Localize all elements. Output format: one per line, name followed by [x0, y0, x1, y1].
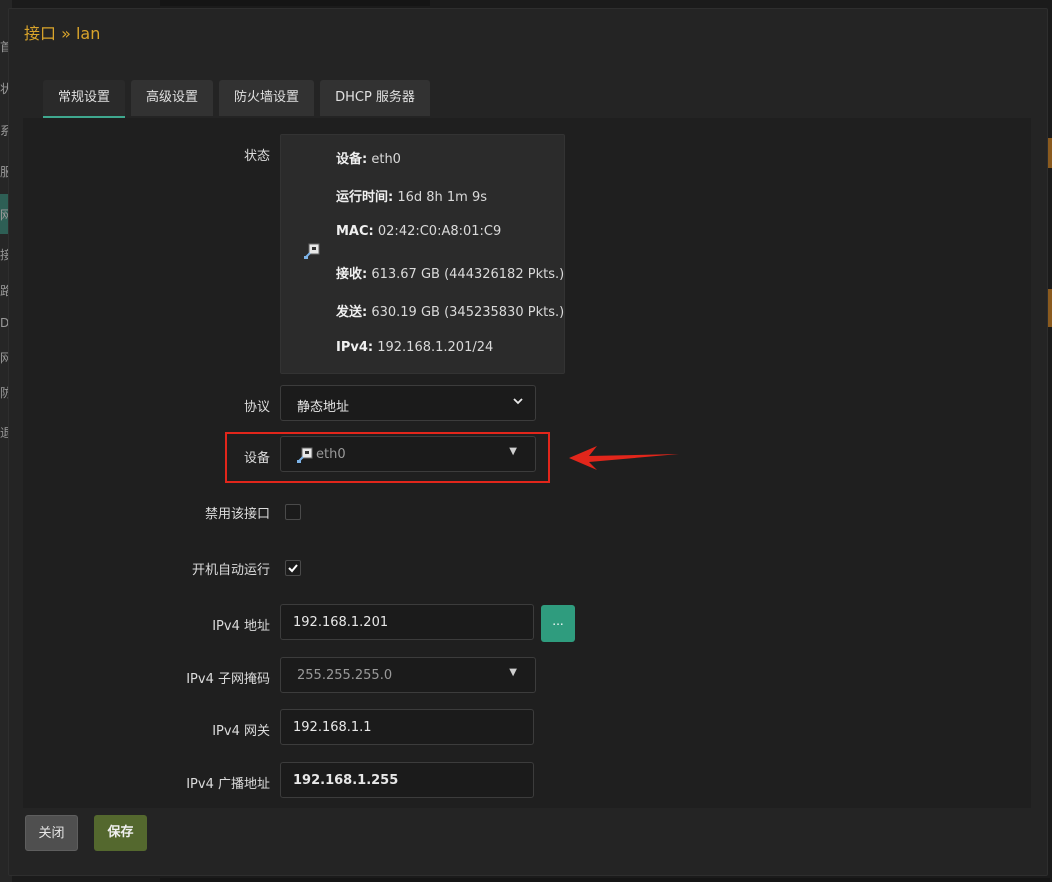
status-device: 设备: eth0: [336, 148, 401, 167]
status-device-key: 设备:: [336, 152, 368, 167]
ipv4-address-label: IPv4 地址: [212, 619, 270, 634]
checkmark-icon: [288, 564, 298, 573]
status-uptime-value: 16d 8h 1m 9s: [397, 190, 488, 205]
save-button[interactable]: 保存: [94, 815, 147, 851]
background-header-strip: [160, 0, 430, 6]
status-rx-key: 接收:: [336, 267, 368, 282]
protocol-select[interactable]: 静态地址: [280, 385, 536, 421]
modal-title: 接口 » lan: [24, 24, 101, 43]
ipv4-broadcast-label: IPv4 广播地址: [186, 777, 270, 792]
tab-general-settings[interactable]: 常规设置: [43, 80, 125, 118]
tab-firewall-settings[interactable]: 防火墙设置: [219, 80, 314, 116]
ipv4-netmask-value: 255.255.255.0: [297, 668, 393, 683]
status-tx-key: 发送:: [336, 305, 368, 320]
device-label: 设备: [243, 451, 270, 466]
status-ipv4-value: 192.168.1.201/24: [377, 340, 494, 355]
status-uptime-key: 运行时间:: [336, 190, 394, 205]
status-mac-key: MAC:: [336, 224, 374, 239]
status-tx: 发送: 630.19 GB (345235830 Pkts.): [336, 301, 564, 320]
disable-interface-label: 禁用该接口: [204, 507, 270, 522]
caret-down-icon: ▼: [509, 446, 517, 457]
ethernet-port-icon: [297, 447, 313, 463]
chevron-down-icon: [513, 398, 523, 405]
ipv4-netmask-select[interactable]: 255.255.255.0 ▼: [280, 657, 536, 693]
protocol-select-value: 静态地址: [297, 400, 350, 415]
tab-advanced-settings[interactable]: 高级设置: [131, 80, 213, 116]
status-rx-value: 613.67 GB (444326182 Pkts.): [371, 267, 565, 282]
ipv4-gateway-value: 192.168.1.1: [293, 720, 372, 735]
device-select[interactable]: eth0 ▼: [280, 436, 536, 472]
status-rx: 接收: 613.67 GB (444326182 Pkts.): [336, 263, 564, 282]
status-ipv4-key: IPv4:: [336, 340, 374, 355]
ipv4-address-more-button[interactable]: ...: [541, 605, 575, 642]
status-box: [280, 134, 565, 374]
ipv4-address-input[interactable]: 192.168.1.201: [280, 604, 534, 640]
ipv4-gateway-input[interactable]: 192.168.1.1: [280, 709, 534, 745]
status-mac: MAC: 02:42:C0:A8:01:C9: [336, 224, 501, 239]
status-device-value: eth0: [371, 152, 401, 167]
disable-interface-checkbox[interactable]: [285, 504, 301, 520]
status-tx-value: 630.19 GB (345235830 Pkts.): [371, 305, 565, 320]
autostart-checkbox[interactable]: [285, 560, 301, 576]
close-button[interactable]: 关闭: [25, 815, 78, 851]
status-uptime: 运行时间: 16d 8h 1m 9s: [336, 186, 487, 205]
red-arrow-annotation: [569, 446, 679, 470]
ipv4-netmask-label: IPv4 子网掩码: [186, 672, 270, 687]
tab-dhcp-server[interactable]: DHCP 服务器: [320, 80, 430, 116]
protocol-label: 协议: [243, 400, 270, 415]
ipv4-address-value: 192.168.1.201: [293, 615, 389, 630]
ipv4-broadcast-input[interactable]: 192.168.1.255: [280, 762, 534, 798]
status-label: 状态: [243, 149, 270, 164]
status-ipv4: IPv4: 192.168.1.201/24: [336, 340, 493, 355]
status-mac-value: 02:42:C0:A8:01:C9: [377, 224, 502, 239]
ipv4-broadcast-value: 192.168.1.255: [293, 773, 399, 788]
device-select-value: eth0: [316, 447, 346, 462]
background-footer-strip: [160, 878, 1050, 882]
ethernet-port-icon: [304, 243, 320, 259]
autostart-label: 开机自动运行: [191, 563, 270, 578]
ipv4-gateway-label: IPv4 网关: [212, 724, 270, 739]
caret-down-icon: ▼: [509, 667, 517, 678]
